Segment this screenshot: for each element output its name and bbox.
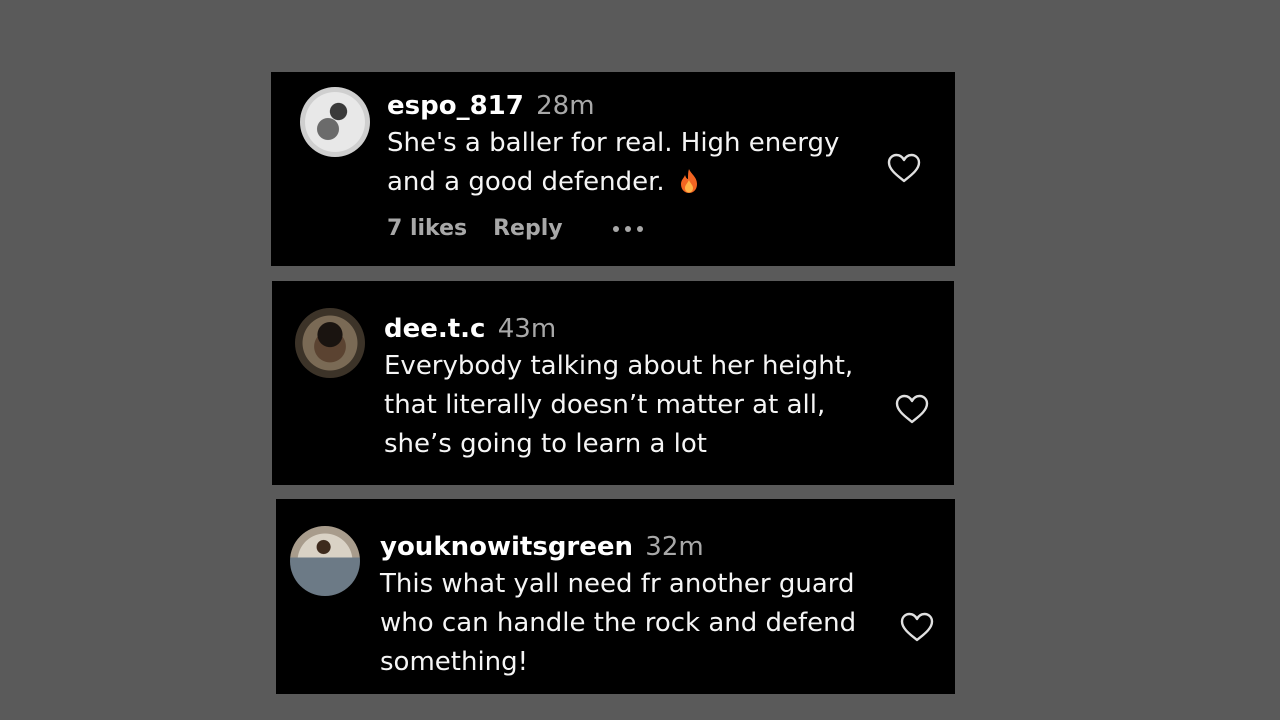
heart-outline-icon[interactable]: [886, 152, 922, 184]
comment-text-content: Everybody talking about her height, that…: [384, 351, 854, 459]
timestamp: 28m: [536, 91, 595, 121]
avatar[interactable]: [290, 526, 360, 596]
username[interactable]: espo_817: [387, 91, 524, 121]
avatar[interactable]: [300, 87, 370, 157]
username[interactable]: youknowitsgreen: [380, 532, 633, 562]
username[interactable]: dee.t.c: [384, 314, 485, 344]
comment-header: espo_817 28m: [387, 88, 865, 124]
comment-text: This what yall need fr another guard who…: [380, 565, 865, 682]
comment-card: espo_817 28m She's a baller for real. Hi…: [271, 72, 955, 266]
avatar[interactable]: [295, 308, 365, 378]
timestamp: 32m: [645, 532, 704, 562]
comment-body: youknowitsgreen 32m This what yall need …: [380, 529, 865, 682]
comment-header: youknowitsgreen 32m: [380, 529, 865, 565]
comment-body: dee.t.c 43m Everybody talking about her …: [384, 311, 864, 464]
comment-text: She's a baller for real. High energy and…: [387, 124, 865, 202]
comment-text: Everybody talking about her height, that…: [384, 347, 864, 464]
comment-header: dee.t.c 43m: [384, 311, 864, 347]
comment-text-content: This what yall need fr another guard who…: [380, 569, 857, 677]
comment-card: youknowitsgreen 32m This what yall need …: [276, 499, 955, 694]
more-options-icon[interactable]: [612, 225, 643, 232]
timestamp: 43m: [497, 314, 557, 344]
heart-outline-icon[interactable]: [894, 393, 930, 425]
comment-body: espo_817 28m She's a baller for real. Hi…: [387, 88, 865, 241]
comment-text-content: She's a baller for real. High energy and…: [387, 128, 840, 197]
likes-count[interactable]: 7 likes: [387, 216, 467, 241]
reply-button[interactable]: Reply: [493, 216, 563, 241]
comment-card: dee.t.c 43m Everybody talking about her …: [272, 281, 954, 485]
fire-icon: [680, 169, 697, 193]
heart-outline-icon[interactable]: [899, 611, 935, 643]
comment-actions: 7 likes Reply: [387, 216, 865, 241]
